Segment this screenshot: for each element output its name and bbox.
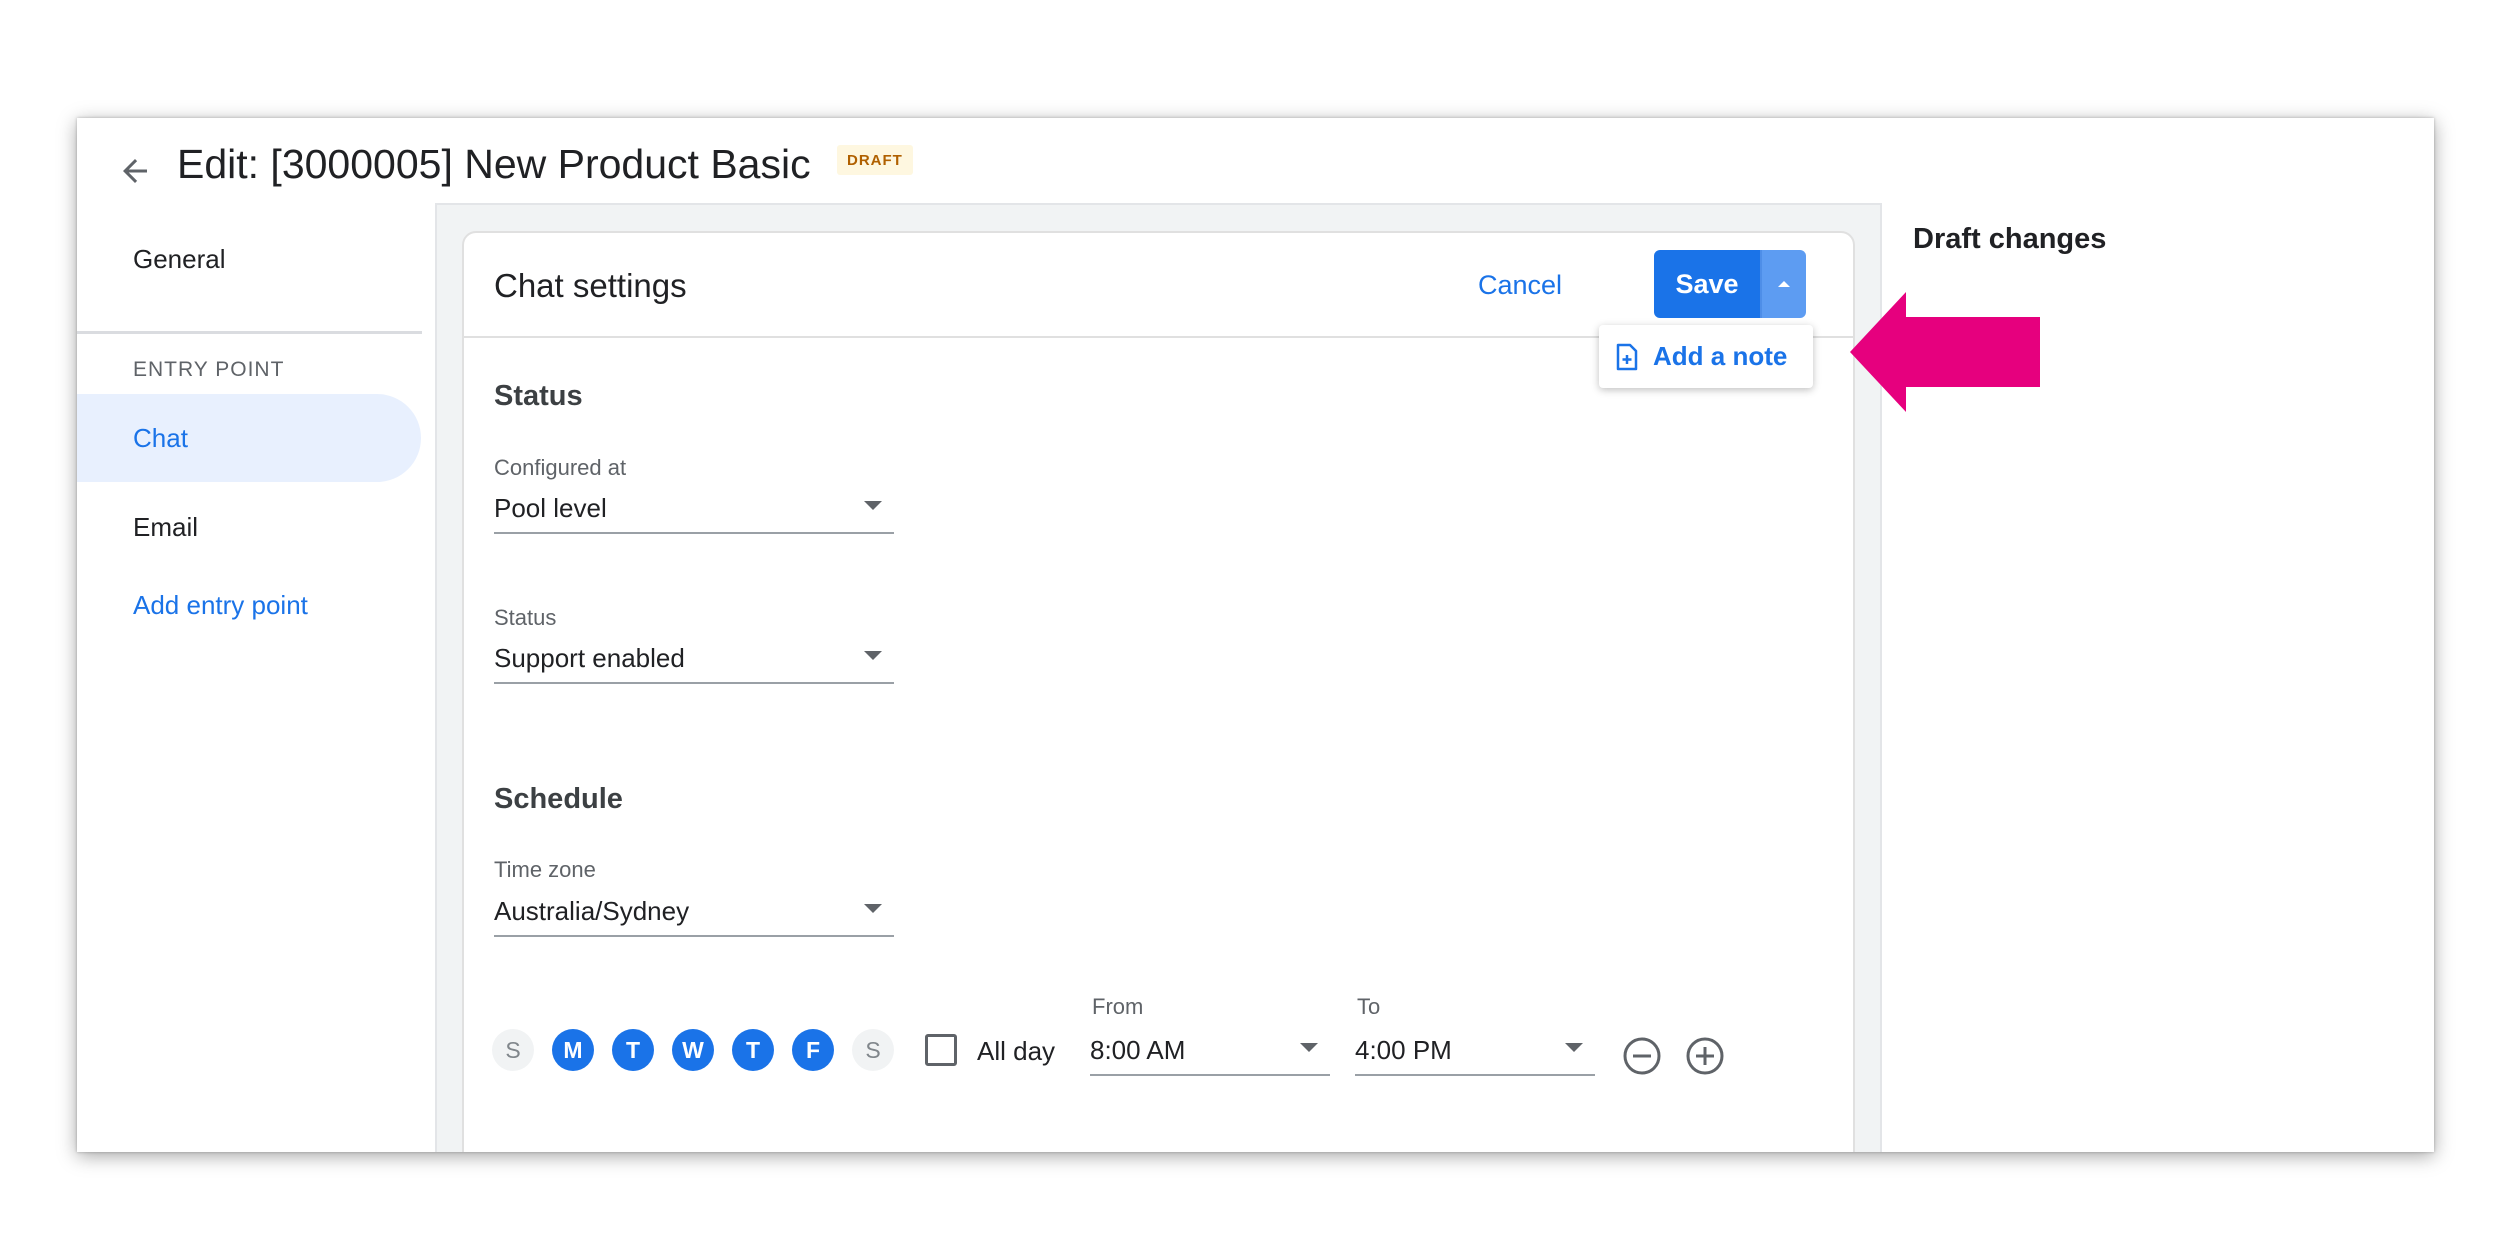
save-options-button[interactable] bbox=[1760, 250, 1806, 318]
dropdown-caret-icon bbox=[1300, 1043, 1318, 1052]
note-add-icon bbox=[1616, 343, 1638, 370]
day-toggle-monday[interactable]: M bbox=[552, 1029, 594, 1071]
remove-circle-icon[interactable] bbox=[1622, 1036, 1662, 1076]
status-select[interactable]: Support enabled bbox=[494, 634, 894, 684]
schedule-heading: Schedule bbox=[494, 783, 623, 815]
caret-up-icon bbox=[1778, 281, 1790, 287]
to-time-select[interactable]: 4:00 PM bbox=[1355, 1026, 1595, 1076]
arrow-back-icon bbox=[123, 159, 147, 183]
nav-item-general[interactable]: General bbox=[133, 244, 226, 275]
add-note-menu-item[interactable]: Add a note bbox=[1653, 341, 1787, 372]
day-picker-row: S M T W T F S bbox=[492, 1029, 894, 1071]
card-title: Chat settings bbox=[494, 267, 687, 304]
card-header: Chat settings Cancel Save bbox=[464, 233, 1853, 338]
draft-changes-title: Draft changes bbox=[1913, 223, 2107, 255]
time-zone-select[interactable]: Australia/Sydney bbox=[494, 887, 894, 937]
dropdown-caret-icon bbox=[864, 904, 882, 913]
nav-item-chat[interactable]: Chat bbox=[77, 394, 421, 482]
day-toggle-sunday[interactable]: S bbox=[492, 1029, 534, 1071]
save-options-menu[interactable]: Add a note bbox=[1599, 325, 1813, 388]
add-circle-icon[interactable] bbox=[1685, 1036, 1725, 1076]
save-split-button: Save bbox=[1654, 250, 1806, 318]
from-time-value: 8:00 AM bbox=[1090, 1034, 1186, 1065]
nav-divider bbox=[77, 331, 422, 334]
day-toggle-saturday[interactable]: S bbox=[852, 1029, 894, 1071]
day-toggle-friday[interactable]: F bbox=[792, 1029, 834, 1071]
dropdown-caret-icon bbox=[1565, 1043, 1583, 1052]
annotation-arrow-icon bbox=[1850, 292, 2040, 412]
nav-section-label: ENTRY POINT bbox=[133, 358, 285, 381]
day-toggle-tuesday[interactable]: T bbox=[612, 1029, 654, 1071]
nav-item-email[interactable]: Email bbox=[133, 512, 198, 543]
add-entry-point-link[interactable]: Add entry point bbox=[133, 590, 308, 621]
draft-badge: DRAFT bbox=[837, 145, 913, 175]
to-label: To bbox=[1357, 994, 1381, 1019]
time-zone-label: Time zone bbox=[494, 857, 596, 882]
save-button[interactable]: Save bbox=[1654, 250, 1760, 318]
status-heading: Status bbox=[494, 380, 583, 412]
day-toggle-thursday[interactable]: T bbox=[732, 1029, 774, 1071]
time-zone-value: Australia/Sydney bbox=[494, 895, 690, 926]
status-label: Status bbox=[494, 605, 557, 630]
dropdown-caret-icon bbox=[864, 651, 882, 660]
day-toggle-wednesday[interactable]: W bbox=[672, 1029, 714, 1071]
to-time-value: 4:00 PM bbox=[1355, 1034, 1452, 1065]
configured-at-value: Pool level bbox=[494, 492, 607, 523]
configured-at-select[interactable]: Pool level bbox=[494, 484, 894, 534]
configured-at-label: Configured at bbox=[494, 455, 627, 480]
dropdown-caret-icon bbox=[864, 501, 882, 510]
page-title: Edit: [3000005] New Product Basic bbox=[177, 140, 811, 187]
from-time-select[interactable]: 8:00 AM bbox=[1090, 1026, 1330, 1076]
from-label: From bbox=[1092, 994, 1144, 1019]
status-value: Support enabled bbox=[494, 642, 685, 673]
app-window: Edit: [3000005] New Product Basic DRAFT … bbox=[77, 118, 2434, 1152]
all-day-checkbox[interactable] bbox=[925, 1034, 957, 1066]
all-day-label: All day bbox=[977, 1036, 1056, 1066]
back-button[interactable] bbox=[105, 141, 165, 201]
cancel-button[interactable]: Cancel bbox=[1464, 263, 1576, 307]
